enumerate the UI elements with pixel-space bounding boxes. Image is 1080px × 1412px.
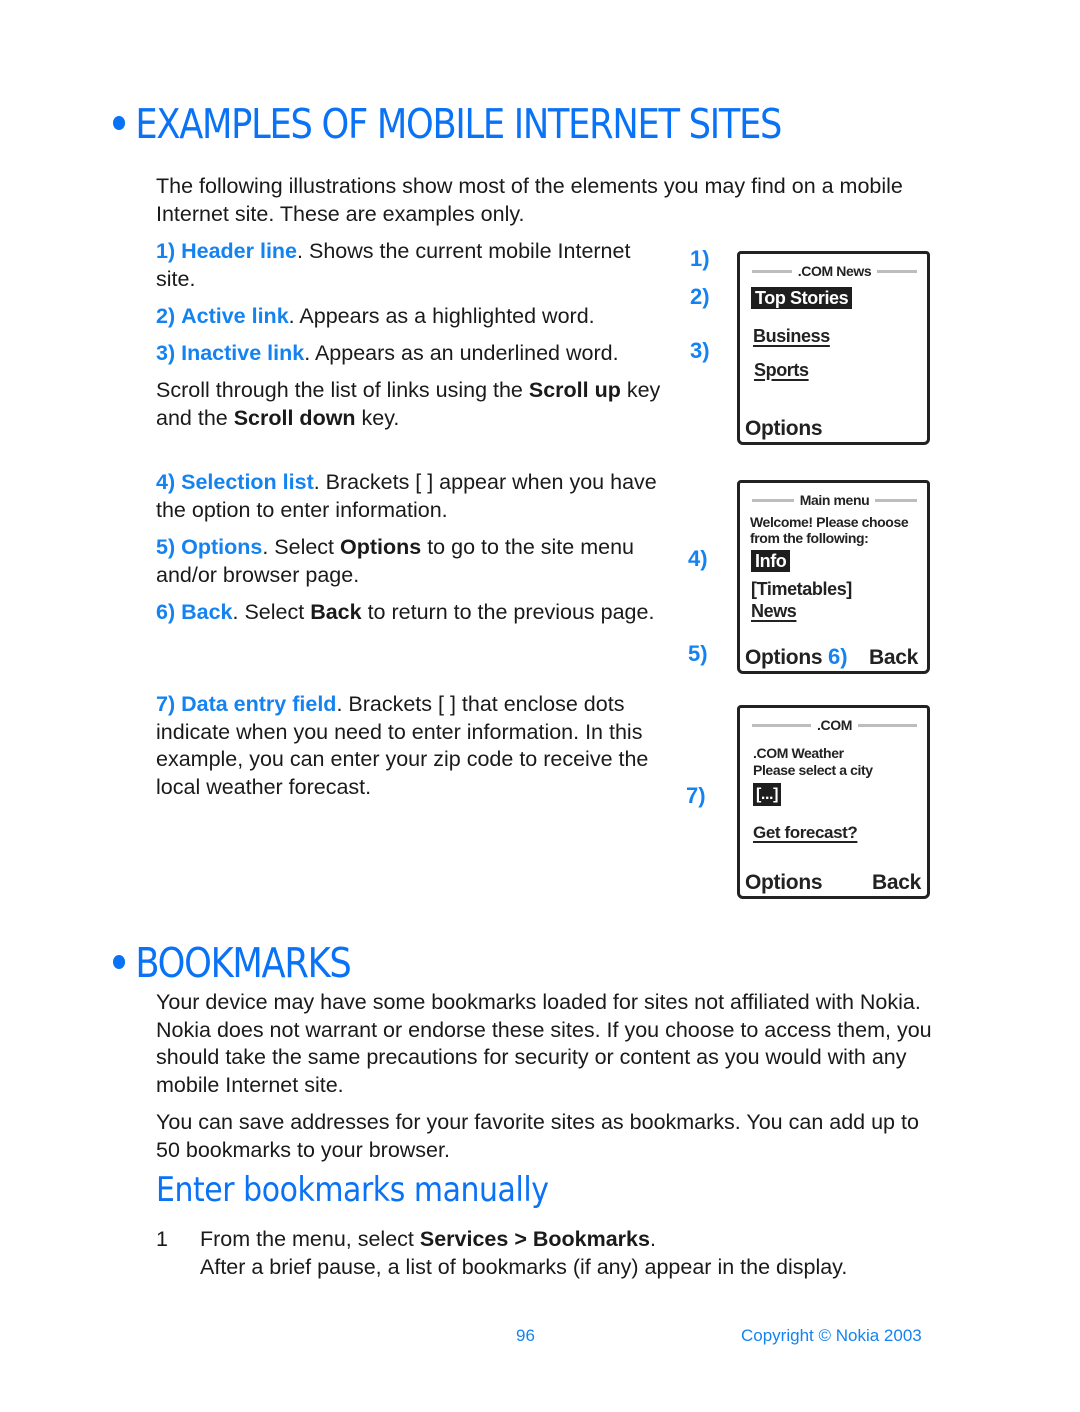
callout-label-4: 4) [688, 546, 708, 571]
item-data-entry-field: 7) Data entry field. Brackets [ ] that e… [156, 691, 661, 801]
message-line: .COM Weather [753, 745, 844, 761]
options-soft-key[interactable]: Options [745, 417, 823, 441]
item-term: Back [181, 600, 233, 624]
header-rule [752, 498, 794, 502]
item-selection-list: 4) Selection list. Brackets [ ] appear w… [156, 469, 666, 524]
screen-message: Welcome! Please choose from the followin… [750, 514, 909, 546]
active-link[interactable]: Top Stories [751, 287, 853, 309]
key-scroll-down: Scroll down [233, 405, 356, 430]
data-entry-field[interactable]: [...] [753, 783, 781, 806]
bookmarks-disclaimer: Your device may have some bookmarks load… [156, 990, 932, 1097]
bookmarks-info: You can save addresses for your favorite… [156, 1110, 919, 1162]
selection-list[interactable]: [Timetables] [751, 579, 852, 600]
section-title-bookmarks: BOOKMARKS [113, 939, 352, 987]
callout-label-7: 7) [686, 783, 706, 808]
item-number: 3) [156, 341, 176, 365]
active-link-text: Top Stories [751, 287, 853, 309]
active-link-text: Info [751, 550, 791, 572]
item-term: Selection list [181, 470, 314, 494]
screen-header-title: .COM [817, 717, 852, 733]
screen-header-line: Main menu [752, 491, 917, 509]
header-rule [752, 269, 792, 273]
page-number: 96 [516, 1326, 535, 1345]
message-line: Welcome! Please choose [750, 514, 909, 530]
options-soft-key[interactable]: Options [745, 646, 823, 670]
scroll-text-post: key. [355, 405, 400, 430]
header-rule [875, 498, 917, 502]
item-desc-bold: Options [340, 535, 422, 559]
back-soft-key[interactable]: Back [869, 646, 918, 670]
item-term: Active link [181, 304, 289, 328]
inactive-link[interactable]: News [751, 601, 797, 622]
item-desc-bold: Back [310, 600, 362, 624]
options-soft-key[interactable]: Options [745, 871, 823, 895]
header-rule [857, 723, 918, 727]
header-rule [877, 269, 918, 273]
bullet-icon [113, 955, 126, 969]
inactive-link[interactable]: Get forecast? [753, 823, 858, 843]
item-desc: . Appears as a highlighted word. [288, 304, 595, 328]
scroll-text-pre: Scroll through the list of links using t… [156, 378, 529, 402]
subsection-title: Enter bookmarks manually [156, 1170, 549, 1210]
message-line: from the following: [750, 530, 869, 546]
callout-label-3: 3) [690, 338, 710, 363]
section-title-text: EXAMPLES OF MOBILE INTERNET SITES [135, 100, 782, 148]
item-inactive-link: 3) Inactive link. Appears as an underlin… [156, 340, 656, 368]
item-number: 4) [156, 470, 176, 494]
item-number: 6) [156, 600, 176, 624]
item-number: 2) [156, 304, 176, 328]
step-number: 1 [156, 1227, 168, 1251]
phone-screen-weather: .COM .COM Weather Please select a city [… [737, 705, 930, 899]
callout-label-1: 1) [690, 246, 710, 271]
callout-label-2: 2) [690, 284, 710, 309]
inactive-link[interactable]: Sports [754, 360, 809, 381]
screen-header-title: .COM News [797, 263, 872, 279]
item-term: Options [181, 535, 263, 559]
item-desc: . Select [262, 535, 341, 559]
phone-screen-news: .COM News Top Stories Business Sports Op… [737, 251, 930, 445]
screen-header-line: .COM [752, 716, 918, 734]
back-soft-key[interactable]: Back [872, 871, 921, 895]
screen-header-line: .COM News [752, 262, 918, 280]
screen-header-title: Main menu [799, 492, 870, 508]
item-back: 6) Back. Select Back to return to the pr… [156, 599, 676, 627]
item-desc: to return to the previous page. [361, 600, 655, 624]
bullet-icon [113, 116, 126, 130]
data-entry-text: [...] [753, 783, 781, 806]
item-number: 1) [156, 239, 176, 263]
item-options: 5) Options. Select Options to go to the … [156, 534, 656, 589]
item-term: Header line [181, 239, 298, 263]
step-text: From the menu, select [200, 1227, 420, 1251]
item-number: 5) [156, 535, 176, 559]
scroll-instructions: Scroll through the list of links using t… [156, 377, 666, 432]
item-number: 7) [156, 692, 176, 716]
item-term: Data entry field [181, 692, 337, 716]
menu-path: Services > Bookmarks [419, 1227, 650, 1251]
message-line: Please select a city [753, 762, 873, 778]
item-desc: . Appears as an underlined word. [304, 341, 619, 365]
active-link[interactable]: Info [751, 550, 791, 572]
step-1: 1 From the menu, select Services > Bookma… [156, 1226, 946, 1281]
item-term: Inactive link [181, 341, 305, 365]
intro-paragraph: The following illustrations show most of… [156, 174, 903, 226]
key-scroll-up: Scroll up [528, 378, 621, 402]
section-title-text: BOOKMARKS [135, 939, 351, 987]
header-rule [752, 723, 812, 727]
phone-screen-main-menu: Main menu Welcome! Please choose from th… [737, 480, 930, 674]
section-title-examples: EXAMPLES OF MOBILE INTERNET SITES [113, 100, 782, 148]
item-desc: . Select [232, 600, 311, 624]
copyright: Copyright © Nokia 2003 [741, 1326, 922, 1345]
item-active-link: 2) Active link. Appears as a highlighted… [156, 303, 656, 331]
step-text: . [649, 1227, 656, 1251]
inactive-link[interactable]: Business [753, 326, 830, 347]
step-detail: After a brief pause, a list of bookmarks… [200, 1254, 848, 1279]
callout-label-5: 5) [688, 641, 708, 666]
screen-message: .COM Weather Please select a city [753, 745, 873, 779]
item-header-line: 1) Header line. Shows the current mobile… [156, 238, 656, 293]
callout-label-6: 6) [828, 644, 848, 669]
